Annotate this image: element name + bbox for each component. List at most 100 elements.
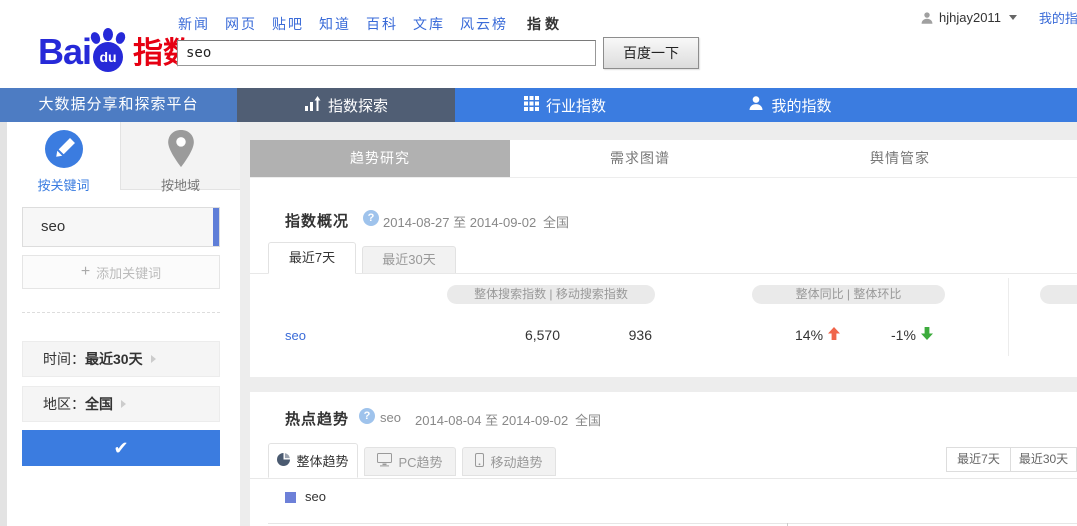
- sidebar-tab-label: 按关键词: [37, 178, 89, 193]
- time-filter[interactable]: 时间：最近30天: [22, 341, 220, 377]
- overview-date-range: 2014-08-27 至 2014-09-02: [383, 212, 536, 231]
- region-filter-label: 地区：: [43, 394, 85, 414]
- navbar-tab-label: 我的指数: [771, 95, 831, 116]
- user-area: hjhjay2011 我的指: [920, 8, 1077, 27]
- overview-title: 指数概况: [285, 210, 349, 231]
- search-input[interactable]: [177, 40, 596, 66]
- baidu-search-button[interactable]: 百度一下: [603, 37, 699, 69]
- overview-region: 全国: [543, 212, 569, 231]
- tab-demand-map[interactable]: 需求图谱: [510, 140, 770, 177]
- nav-link-fengyunbang[interactable]: 风云榜: [460, 16, 508, 32]
- trends-tab-mobile[interactable]: 移动趋势: [462, 447, 556, 476]
- nav-link-tieba[interactable]: 贴吧: [272, 16, 304, 32]
- chevron-right-icon: [121, 400, 126, 408]
- sidebar-tab-by-keyword[interactable]: 按关键词: [7, 122, 120, 190]
- location-pin-icon: [121, 130, 240, 173]
- overview-tab-last30days[interactable]: 最近30天: [362, 246, 456, 274]
- navbar-tab-index-explore[interactable]: 指数探索: [237, 88, 455, 122]
- sidebar-tab-label: 按地域: [161, 178, 200, 193]
- baidu-index-page: Bai du 指数 新闻网页贴吧知道百科文库风云榜 指数 百度一下 hjhjay2…: [0, 0, 1077, 526]
- left-gutter: [0, 122, 7, 526]
- mobile-search-index-value: 936: [580, 327, 652, 343]
- tab-underline: [250, 273, 1077, 274]
- logo-text-du: du: [93, 42, 123, 72]
- monitor-icon: [377, 453, 392, 470]
- search-index-header-pill: 整体搜索指数 | 移动搜索指数: [447, 285, 655, 304]
- add-keyword-button[interactable]: + 添加关键词: [22, 255, 220, 289]
- username[interactable]: hjhjay2011: [939, 10, 1001, 25]
- extra-header-pill: [1040, 285, 1077, 304]
- research-tabs: 趋势研究 需求图谱 舆情管家: [250, 140, 1077, 177]
- chart-top-gridline: [268, 523, 1077, 524]
- trends-region: 全国: [575, 410, 601, 429]
- chevron-right-icon: [151, 355, 156, 363]
- region-filter-value: 全国: [85, 394, 113, 414]
- time-filter-label: 时间：: [43, 349, 85, 369]
- sidebar-divider: [22, 312, 220, 313]
- navbar-tab-my-index[interactable]: 我的指数: [675, 88, 905, 122]
- help-icon[interactable]: ?: [363, 210, 379, 226]
- site-nav: 新闻网页贴吧知道百科文库风云榜 指数: [178, 14, 563, 34]
- navbar-tab-label: 行业指数: [546, 95, 606, 116]
- overview-tab-last7days[interactable]: 最近7天: [268, 242, 356, 274]
- nav-link-news[interactable]: 新闻: [178, 16, 210, 32]
- nav-link-wenku[interactable]: 文库: [413, 16, 445, 32]
- add-keyword-label: 添加关键词: [96, 263, 161, 282]
- nav-link-baike[interactable]: 百科: [366, 16, 398, 32]
- primary-navbar: 大数据分享和探索平台 指数探索 行业指数 我的指数: [0, 88, 1077, 122]
- keyword-edit-icon: [7, 130, 120, 173]
- region-filter[interactable]: 地区：全国: [22, 386, 220, 422]
- yoy-value: 14%: [795, 327, 823, 343]
- help-icon[interactable]: ?: [359, 408, 375, 424]
- trends-tab-label: PC趋势: [398, 452, 442, 471]
- nav-current-zhishu: 指数: [527, 16, 563, 32]
- baidu-paw-icon: du: [89, 28, 129, 72]
- keyword-color-bar: [213, 208, 219, 246]
- yoy-change: 14%: [795, 327, 840, 343]
- logo-text-bai: Bai: [38, 32, 91, 72]
- hot-trends-panel: 热点趋势 ? seo 2014-08-04 至 2014-09-02 全国 整体…: [250, 392, 1077, 526]
- confirm-button[interactable]: ✔: [22, 430, 220, 466]
- trends-date-range: 2014-08-04 至 2014-09-02: [415, 410, 568, 429]
- trends-tab-overall[interactable]: 整体趋势: [268, 443, 358, 478]
- tab-trend-research[interactable]: 趋势研究: [250, 140, 510, 177]
- mom-change: -1%: [891, 327, 933, 343]
- trends-range-last7days[interactable]: 最近7天: [946, 447, 1011, 472]
- keyword-item-seo[interactable]: seo: [22, 207, 220, 247]
- caret-down-icon[interactable]: [1009, 15, 1017, 20]
- baidu-index-logo[interactable]: Bai du 指数: [38, 28, 193, 72]
- person-icon: [748, 95, 764, 115]
- trends-tab-label: 移动趋势: [490, 452, 542, 471]
- navbar-tab-label: 指数探索: [328, 95, 388, 116]
- overview-row-keyword[interactable]: seo: [285, 328, 306, 343]
- trends-tab-label: 整体趋势: [296, 451, 348, 470]
- navbar-tab-industry-index[interactable]: 行业指数: [455, 88, 675, 122]
- pie-chart-icon: [277, 453, 290, 469]
- nav-link-zhidao[interactable]: 知道: [319, 16, 351, 32]
- legend-color-swatch: [285, 492, 296, 503]
- tab-underline: [250, 478, 1077, 479]
- user-icon: [920, 11, 934, 25]
- tab-sentiment-manager[interactable]: 舆情管家: [770, 140, 1030, 177]
- overall-search-index-value: 6,570: [480, 327, 560, 343]
- up-arrow-icon: [828, 327, 840, 343]
- sidebar-tab-by-region[interactable]: 按地域: [120, 122, 240, 190]
- mom-value: -1%: [891, 327, 916, 343]
- nav-link-web[interactable]: 网页: [225, 16, 257, 32]
- index-overview-panel: 指数概况 ? 2014-08-27 至 2014-09-02 全国 最近7天 最…: [250, 178, 1077, 377]
- trends-tab-pc[interactable]: PC趋势: [364, 447, 456, 476]
- grid-icon: [524, 96, 539, 115]
- sidebar: 按关键词 按地域 seo + 添加关键词 时间：最近30天 地区：全国 ✔: [7, 122, 240, 526]
- column-separator: [1008, 278, 1009, 356]
- compare-header-pill: 整体同比 | 整体环比: [752, 285, 945, 304]
- trends-range-last30days[interactable]: 最近30天: [1010, 447, 1077, 472]
- trends-keyword: seo: [380, 410, 401, 425]
- legend-label: seo: [305, 489, 326, 504]
- keyword-text: seo: [41, 208, 65, 246]
- my-index-link[interactable]: 我的指: [1039, 8, 1077, 27]
- time-filter-value: 最近30天: [85, 349, 143, 369]
- bar-chart-icon: [304, 96, 321, 115]
- mobile-phone-icon: [475, 453, 484, 470]
- down-arrow-icon: [921, 327, 933, 343]
- navbar-tagline: 大数据分享和探索平台: [0, 88, 237, 122]
